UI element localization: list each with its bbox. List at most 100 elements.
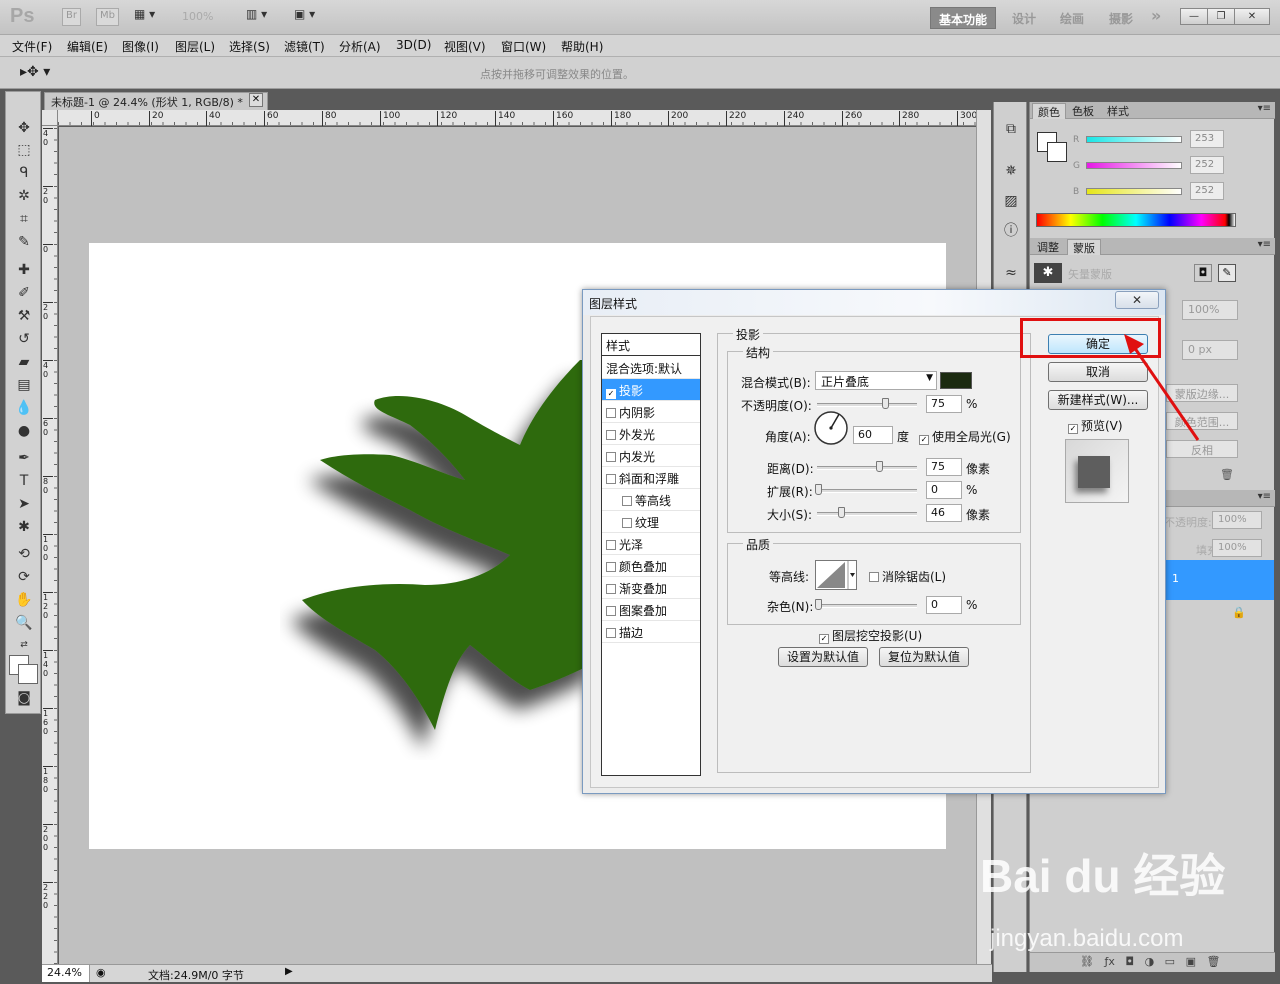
tab-masks[interactable]: 蒙版 [1067, 239, 1101, 255]
selected-layer-row[interactable]: 1 [1164, 560, 1274, 600]
style-item[interactable]: 斜面和浮雕 [602, 467, 700, 489]
spread-slider[interactable] [817, 489, 917, 493]
lasso-tool-icon[interactable]: ᑫ [11, 163, 37, 183]
mask-density-field[interactable]: 100% [1182, 300, 1238, 320]
horizontal-ruler[interactable] [58, 110, 976, 126]
spread-slider-thumb[interactable] [815, 484, 822, 495]
tab-swatches[interactable]: 色板 [1067, 103, 1099, 119]
distance-slider[interactable] [817, 466, 917, 470]
workspace-essentials[interactable]: 基本功能 [930, 7, 997, 29]
new-group-icon[interactable]: ▭ [1165, 955, 1175, 968]
opacity-slider-thumb[interactable] [882, 398, 889, 409]
checkbox-icon[interactable] [606, 430, 616, 440]
link-layers-icon[interactable]: ⛓ [1080, 955, 1094, 968]
panel-menu-icon[interactable]: ▾≡ [1258, 103, 1271, 114]
menu-help[interactable]: 帮助(H) [561, 38, 603, 55]
checkbox-icon[interactable] [606, 408, 616, 418]
workspace-photography[interactable]: 摄影 [1101, 7, 1141, 29]
add-vector-mask-icon[interactable]: ✎ [1218, 264, 1236, 282]
shape-tool-icon[interactable]: ✱ [11, 517, 37, 537]
style-item[interactable]: 内阴影 [602, 401, 700, 423]
checkbox-icon[interactable] [606, 584, 616, 594]
eraser-tool-icon[interactable]: ▰ [11, 352, 37, 372]
bridge-button[interactable]: Br [62, 8, 81, 26]
tool-preset-picker[interactable]: ▸✥ ▾ [20, 64, 50, 80]
spread-field[interactable]: 0 [926, 481, 962, 499]
marquee-tool-icon[interactable]: ⬚ [11, 140, 37, 160]
swap-colors-icon[interactable]: ⇄ [11, 635, 37, 655]
workspace-design[interactable]: 设计 [1004, 7, 1044, 29]
histogram-panel-icon[interactable]: ▨ [1000, 190, 1022, 212]
workspace-painting[interactable]: 绘画 [1052, 7, 1092, 29]
menu-file[interactable]: 文件(F) [12, 38, 52, 55]
zoom-tool-icon[interactable]: 🔍 [11, 613, 37, 633]
maximize-button[interactable]: ❐ [1207, 8, 1235, 25]
checkbox-icon[interactable] [606, 540, 616, 550]
window-close-button[interactable]: ✕ [1234, 8, 1270, 25]
layer-opacity-field[interactable]: 100% [1212, 511, 1262, 529]
style-item[interactable]: ✓ 投影 [602, 379, 700, 401]
color-spectrum-ramp[interactable] [1036, 213, 1236, 227]
style-item[interactable]: 纹理 [602, 511, 700, 533]
gradient-tool-icon[interactable]: ▤ [11, 375, 37, 395]
reset-default-button[interactable]: 复位为默认值 [879, 647, 969, 667]
dialog-titlebar[interactable]: 图层样式 ✕ [583, 290, 1165, 315]
magic-wand-tool-icon[interactable]: ✲ [11, 186, 37, 206]
pen-tool-icon[interactable]: ✒ [11, 448, 37, 468]
new-layer-icon[interactable]: ▣ [1186, 955, 1196, 968]
path-selection-tool-icon[interactable]: ➤ [11, 494, 37, 514]
distance-field[interactable]: 75 [926, 458, 962, 476]
style-item[interactable]: 颜色叠加 [602, 555, 700, 577]
channel-r-slider[interactable] [1086, 136, 1182, 143]
delete-layer-icon[interactable]: 🗑 [1206, 955, 1220, 968]
menu-select[interactable]: 选择(S) [229, 38, 270, 55]
color-background-swatch[interactable] [1047, 142, 1067, 162]
status-info-icon[interactable]: ◉ [96, 966, 106, 979]
style-item[interactable]: 渐变叠加 [602, 577, 700, 599]
document-tab[interactable]: 未标题-1 @ 24.4% (形状 1, RGB/8) * [44, 92, 268, 110]
noise-field[interactable]: 0 [926, 596, 962, 614]
dodge-tool-icon[interactable]: ● [11, 421, 37, 441]
leaf-shape-layer[interactable] [280, 360, 600, 760]
quick-mask-icon[interactable]: ◙ [11, 688, 37, 708]
status-menu-arrow-icon[interactable]: ▶ [285, 966, 293, 977]
move-tool-icon[interactable]: ✥ [11, 118, 37, 138]
size-slider-thumb[interactable] [838, 507, 845, 518]
history-brush-tool-icon[interactable]: ↺ [11, 329, 37, 349]
contour-picker[interactable] [815, 560, 857, 590]
checkbox-icon[interactable] [622, 496, 632, 506]
ruler-origin[interactable] [42, 110, 58, 126]
style-item[interactable]: 等高线 [602, 489, 700, 511]
hand-tool-icon[interactable]: ✋ [11, 590, 37, 610]
knockout-checkbox[interactable]: ✓ 图层挖空投影(U) [819, 627, 922, 644]
3d-rotate-tool-icon[interactable]: ⟲ [11, 544, 37, 564]
history-panel-icon[interactable]: ⧉ [1000, 118, 1022, 140]
size-slider[interactable] [817, 512, 917, 516]
navigator-panel-icon[interactable]: ✵ [1000, 160, 1022, 182]
checkbox-icon[interactable] [606, 606, 616, 616]
panel-menu-icon[interactable]: ▾≡ [1258, 491, 1271, 502]
status-zoom-field[interactable]: 24.4% [42, 965, 90, 982]
checkbox-icon[interactable] [606, 628, 616, 638]
make-default-button[interactable]: 设置为默认值 [778, 647, 868, 667]
layer-fx-icon[interactable]: ƒx [1104, 955, 1114, 968]
checkbox-icon[interactable] [606, 452, 616, 462]
menu-filter[interactable]: 滤镜(T) [284, 38, 325, 55]
tab-styles[interactable]: 样式 [1102, 103, 1134, 119]
noise-slider[interactable] [817, 604, 917, 608]
blur-tool-icon[interactable]: 💧 [11, 398, 37, 418]
eyedropper-tool-icon[interactable]: ✎ [11, 232, 37, 252]
info-panel-icon[interactable]: ⓘ [1000, 220, 1022, 242]
layer-fill-field[interactable]: 100% [1212, 539, 1262, 557]
style-item[interactable]: 光泽 [602, 533, 700, 555]
channel-g-slider[interactable] [1086, 162, 1182, 169]
noise-slider-thumb[interactable] [815, 599, 822, 610]
opacity-field[interactable]: 75 [926, 395, 962, 413]
global-light-checkbox[interactable]: ✓ 使用全局光(G) [919, 428, 1011, 445]
blend-mode-select[interactable]: 正片叠底 ▼ [815, 371, 937, 390]
checkbox-icon[interactable]: ✓ [606, 389, 616, 399]
checkbox-icon[interactable] [606, 474, 616, 484]
channel-b-slider[interactable] [1086, 188, 1182, 195]
checkbox-icon[interactable] [622, 518, 632, 528]
adjustment-layer-icon[interactable]: ◑ [1145, 955, 1155, 968]
